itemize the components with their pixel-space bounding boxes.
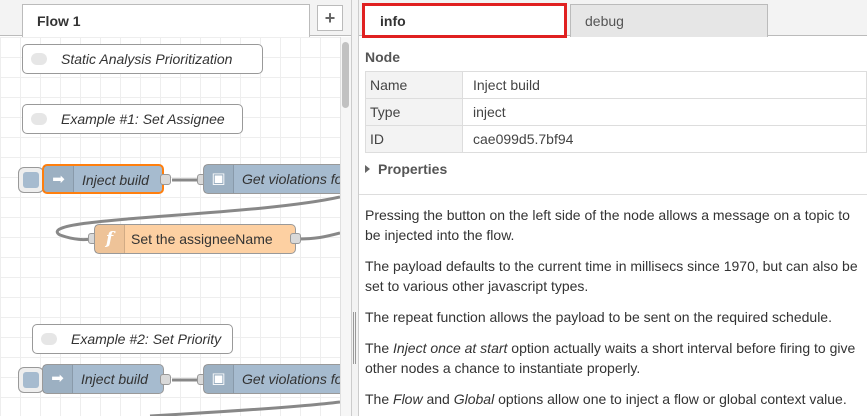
wire-func-out[interactable]: [297, 231, 340, 241]
output-port[interactable]: [160, 174, 171, 185]
sidebar: info debug Node Name Inject build Type i…: [359, 0, 867, 416]
tab-info[interactable]: info: [362, 3, 567, 38]
help-emphasis: Global: [453, 391, 495, 407]
inject-node-button[interactable]: [18, 167, 44, 193]
comment-node-label: Static Analysis Prioritization: [61, 51, 233, 67]
speech-bubble-icon: [31, 113, 47, 125]
api-box-icon: ▣: [204, 365, 234, 393]
help-emphasis: Flow: [393, 391, 423, 407]
help-text: The: [365, 340, 394, 356]
node-label: Get violations fo: [242, 171, 340, 187]
properties-label: Properties: [378, 161, 448, 177]
help-paragraph: The Inject once at start option actually…: [365, 338, 863, 378]
help-emphasis: Inject once at start: [393, 340, 508, 356]
wire-bottom[interactable]: [149, 400, 340, 416]
tab-flow-1-label: Flow 1: [37, 13, 81, 29]
node-help-text: Pressing the button on the left side of …: [365, 205, 863, 416]
flow-canvas[interactable]: Static Analysis Prioritization Example #…: [0, 37, 340, 416]
node-label: Inject build: [82, 172, 149, 188]
inject-node-inject-build[interactable]: ➡ Inject build: [42, 164, 164, 194]
workspace-scrollbar-thumb[interactable]: [342, 42, 349, 108]
function-f-icon: f: [95, 225, 125, 253]
help-paragraph: The repeat function allows the payload t…: [365, 309, 832, 325]
info-panel: Node Name Inject build Type inject ID ca…: [359, 37, 867, 416]
function-node-set-assignee[interactable]: f Set the assigneeName: [94, 224, 296, 254]
caret-right-icon: [365, 165, 370, 173]
workspace: Flow 1 + Static Analysis Prioritization …: [0, 0, 351, 416]
node-label: Inject build: [81, 371, 148, 387]
comment-node-label: Example #1: Set Assignee: [61, 111, 225, 127]
tab-debug-label: debug: [585, 13, 624, 29]
table-row: Type inject: [365, 98, 867, 126]
workspace-tab-bar: Flow 1 +: [0, 0, 351, 37]
tab-flow-1[interactable]: Flow 1: [22, 4, 310, 37]
help-paragraph: Pressing the button on the left side of …: [365, 207, 850, 243]
inject-node-inject-build-2[interactable]: ➡ Inject build: [42, 364, 164, 394]
node-label: Get violations fo: [242, 371, 340, 387]
help-paragraph: The Flow and Global options allow one to…: [365, 389, 863, 409]
comment-node-label: Example #2: Set Priority: [71, 331, 222, 347]
help-text: options allow one to inject a flow or gl…: [494, 391, 847, 407]
properties-toggle[interactable]: Properties: [365, 161, 447, 177]
add-flow-button[interactable]: +: [317, 5, 343, 31]
help-text: and: [422, 391, 454, 407]
row-key: ID: [365, 125, 463, 153]
node-info-table: Name Inject build Type inject ID cae099d…: [365, 71, 867, 153]
http-node-get-violations-2[interactable]: ▣ Get violations fo: [203, 364, 340, 394]
comment-node-set-priority[interactable]: Example #2: Set Priority: [32, 324, 233, 354]
http-node-get-violations[interactable]: ▣ Get violations fo: [203, 164, 340, 194]
row-value: Inject build: [462, 71, 867, 99]
output-port[interactable]: [290, 233, 301, 244]
row-key: Name: [365, 71, 463, 99]
node-label: Set the assigneeName: [131, 231, 273, 247]
comment-node-set-assignee[interactable]: Example #1: Set Assignee: [22, 104, 243, 134]
sidebar-tab-bar: info debug: [359, 0, 867, 38]
output-port[interactable]: [160, 374, 171, 385]
help-paragraph: The payload defaults to the current time…: [365, 258, 858, 294]
row-value: cae099d5.7bf94: [462, 125, 867, 153]
inject-node-button[interactable]: [18, 367, 44, 393]
row-key: Type: [365, 98, 463, 126]
table-row: Name Inject build: [365, 71, 867, 99]
arrow-right-icon: ➡: [44, 166, 74, 192]
comment-node-static-analysis[interactable]: Static Analysis Prioritization: [22, 44, 263, 74]
row-value: inject: [462, 98, 867, 126]
tab-debug[interactable]: debug: [570, 4, 768, 37]
tab-info-label: info: [380, 13, 406, 29]
speech-bubble-icon: [31, 53, 47, 65]
api-box-icon: ▣: [204, 165, 234, 193]
arrow-right-icon: ➡: [43, 365, 73, 393]
help-text: The: [365, 391, 394, 407]
speech-bubble-icon: [41, 333, 57, 345]
divider: [359, 194, 867, 195]
splitter-grip-icon[interactable]: [353, 312, 356, 364]
plus-icon: +: [324, 8, 336, 28]
table-row: ID cae099d5.7bf94: [365, 125, 867, 153]
section-title: Node: [365, 49, 400, 65]
